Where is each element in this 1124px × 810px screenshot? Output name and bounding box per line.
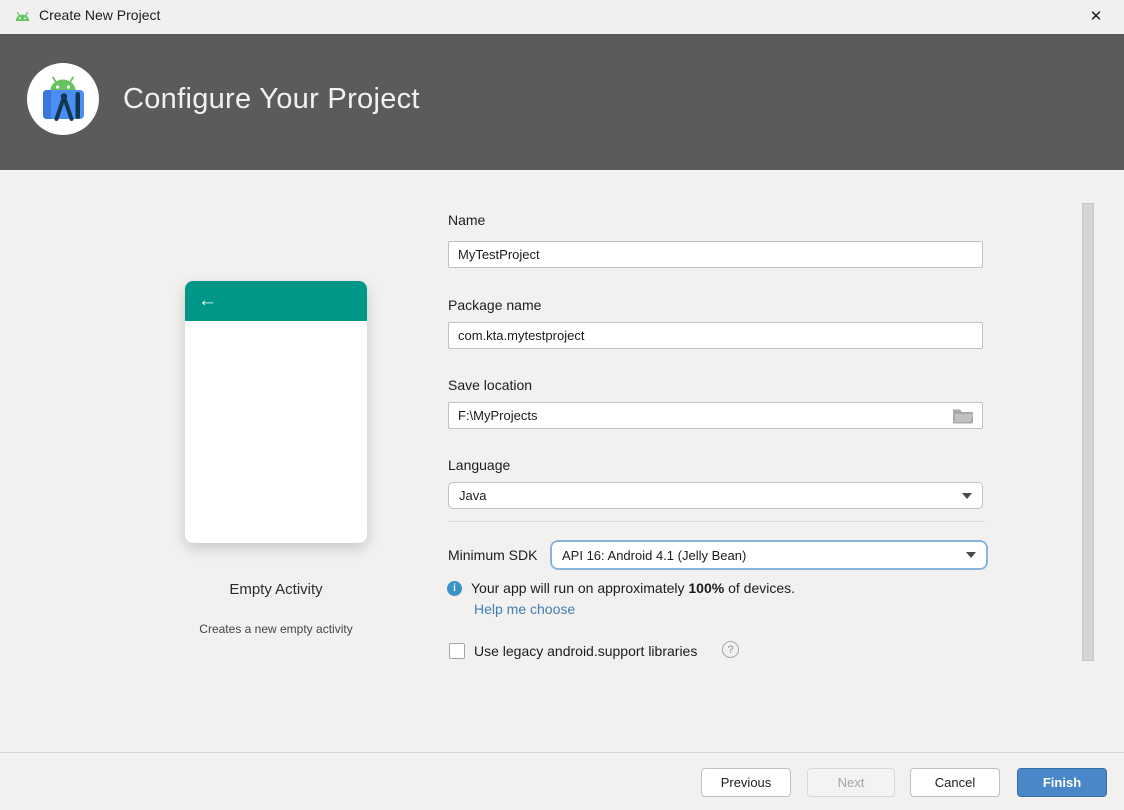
finish-button[interactable]: Finish — [1017, 768, 1107, 797]
titlebar: Create New Project ✕ — [0, 0, 1124, 34]
save-location-input[interactable] — [448, 402, 983, 429]
activity-name: Empty Activity — [156, 581, 396, 598]
android-head-icon — [13, 8, 32, 26]
language-value: Java — [459, 488, 954, 503]
close-icon[interactable]: ✕ — [1080, 1, 1112, 33]
help-question-icon[interactable]: ? — [722, 641, 739, 658]
window-title: Create New Project — [39, 7, 160, 23]
chevron-down-icon — [962, 493, 972, 499]
language-dropdown[interactable]: Java — [448, 482, 983, 509]
back-arrow-icon[interactable]: ← — [185, 281, 217, 321]
package-name-label: Package name — [448, 297, 541, 313]
help-me-choose-link[interactable]: Help me choose — [474, 601, 575, 617]
legacy-support-label: Use legacy android.support libraries — [474, 643, 697, 659]
android-studio-logo-icon — [27, 63, 99, 135]
language-label: Language — [448, 457, 510, 473]
next-button: Next — [807, 768, 895, 797]
sdk-coverage-text: Your app will run on approximately 100% … — [471, 580, 795, 596]
previous-button[interactable]: Previous — [701, 768, 791, 797]
minimum-sdk-value: API 16: Android 4.1 (Jelly Bean) — [562, 548, 958, 563]
vertical-scrollbar-thumb[interactable] — [1082, 203, 1094, 661]
minimum-sdk-label: Minimum SDK — [448, 547, 537, 563]
create-new-project-dialog: Create New Project ✕ Configure Your Proj… — [0, 0, 1124, 810]
name-label: Name — [448, 212, 485, 228]
save-location-label: Save location — [448, 377, 532, 393]
folder-browse-icon[interactable] — [952, 407, 974, 424]
wizard-banner: Configure Your Project — [0, 34, 1124, 170]
content-area: ← Empty Activity Creates a new empty act… — [0, 170, 1124, 752]
sdk-coverage-suffix: of devices. — [724, 580, 795, 596]
chevron-down-icon — [966, 552, 976, 558]
footer-bar: Previous Next Cancel Finish — [0, 752, 1124, 810]
package-name-input[interactable] — [448, 322, 983, 349]
sdk-coverage-prefix: Your app will run on approximately — [471, 580, 688, 596]
activity-preview-card: ← — [185, 281, 367, 543]
activity-preview-appbar: ← — [185, 281, 367, 321]
cancel-button[interactable]: Cancel — [910, 768, 1000, 797]
section-divider — [448, 521, 985, 522]
legacy-support-checkbox[interactable] — [449, 643, 465, 659]
activity-description: Creates a new empty activity — [146, 622, 406, 636]
minimum-sdk-dropdown[interactable]: API 16: Android 4.1 (Jelly Bean) — [550, 540, 988, 570]
page-title: Configure Your Project — [123, 83, 420, 116]
sdk-coverage-percent: 100% — [688, 580, 724, 596]
info-icon: i — [447, 581, 462, 596]
name-input[interactable] — [448, 241, 983, 268]
